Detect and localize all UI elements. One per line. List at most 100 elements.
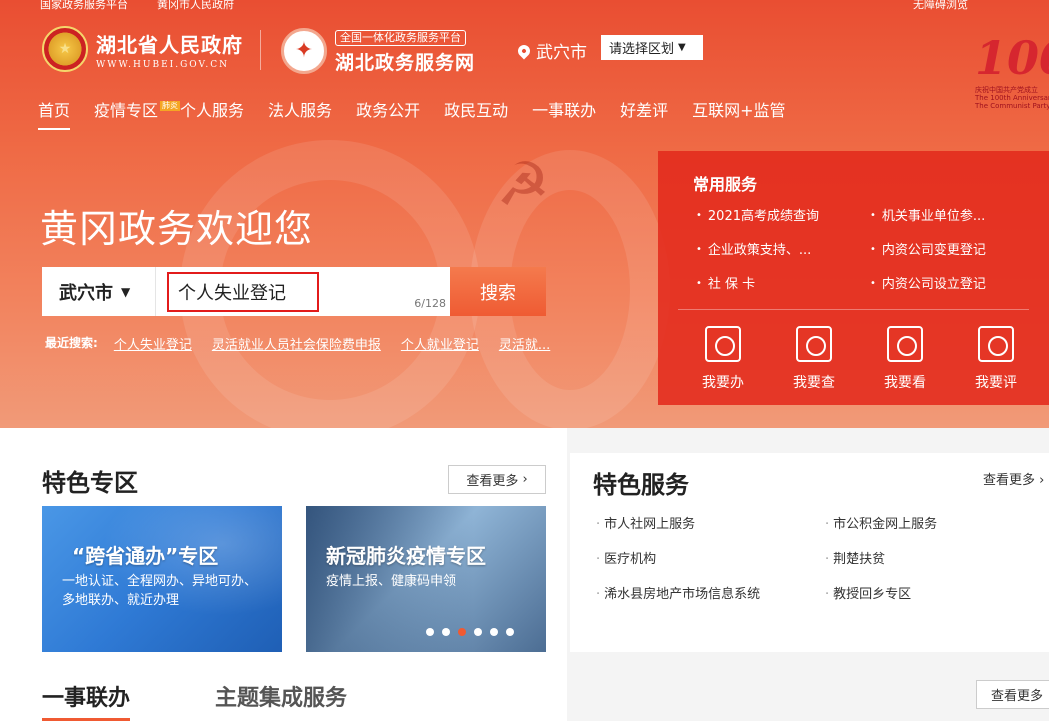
platform-badge: 全国一体化政务服务平台	[335, 30, 466, 46]
region-select[interactable]: 请选择区划 ▼	[601, 35, 703, 60]
search-input[interactable]	[167, 272, 319, 312]
city-select[interactable]: 武穴市 ▼	[42, 267, 156, 316]
caret-down-icon: ▼	[678, 42, 686, 53]
carousel-dot[interactable]	[474, 628, 482, 636]
common-service-link[interactable]: 企业政策支持、...	[696, 239, 811, 258]
top-link[interactable]: 黄冈市人民政府	[157, 0, 234, 10]
nav-home[interactable]: 首页	[38, 97, 71, 130]
cross-province-card[interactable]: “跨省通办”专区 一地认证、全程网办、异地可办、多地联办、就近办理	[42, 506, 282, 652]
common-service-link[interactable]: 内资公司变更登记	[870, 239, 986, 258]
query-person-icon	[796, 326, 832, 362]
common-service-link[interactable]: 机关事业单位参...	[870, 205, 985, 224]
caret-down-icon: ▼	[121, 284, 131, 299]
action-label: 我要看	[884, 375, 926, 391]
location-name: 武穴市	[536, 43, 587, 63]
national-emblem-icon: ★	[42, 26, 88, 72]
top-link[interactable]: 国家政务服务平台	[40, 0, 128, 10]
hubei-gov-logo[interactable]: ★ 湖北省人民政府 WWW.HUBEI.GOV.CN	[42, 26, 243, 72]
location-pin-icon	[515, 42, 533, 59]
carousel-dot[interactable]	[490, 628, 498, 636]
featured-service-link[interactable]: 荆楚扶贫	[825, 548, 885, 567]
nav-corporate[interactable]: 法人服务	[268, 97, 332, 127]
recent-search-link[interactable]: 灵活就...	[499, 334, 550, 353]
nav-rating[interactable]: 好差评	[620, 97, 668, 127]
current-location: 武穴市	[515, 38, 587, 63]
more-label: 查看更多	[983, 473, 1036, 488]
nav-label: 一事联办	[532, 101, 597, 120]
common-service-link[interactable]: 2021高考成绩查询	[696, 205, 819, 224]
gov-url: WWW.HUBEI.GOV.CN	[96, 59, 230, 70]
carousel-dot[interactable]	[442, 628, 450, 636]
search-bar: 武穴市 ▼ 6/128 搜索	[42, 267, 546, 316]
platform-logo[interactable]: ✦ 全国一体化政务服务平台 湖北政务服务网	[281, 26, 475, 75]
card-subtitle: 一地认证、全程网办、异地可办、多地联办、就近办理	[62, 574, 258, 608]
action-view[interactable]: 我要看	[870, 326, 940, 392]
anniversary-line: 庆祝中国共产党成立	[975, 86, 1038, 94]
featured-services-more-link[interactable]: 查看更多 ›	[983, 469, 1044, 488]
action-do[interactable]: 我要办	[688, 326, 758, 392]
nav-interaction[interactable]: 政民互动	[444, 97, 508, 127]
carousel-dot-active[interactable]	[458, 628, 466, 636]
nav-label: 政民互动	[444, 101, 509, 120]
featured-services-title: 特色服务	[593, 471, 689, 499]
tab-theme-services[interactable]: 主题集成服务	[215, 680, 347, 712]
action-rate[interactable]: 我要评	[961, 326, 1031, 392]
action-query[interactable]: 我要查	[779, 326, 849, 392]
bottom-more-button[interactable]: 查看更多	[976, 680, 1049, 709]
featured-zone-more-button[interactable]: 查看更多 ›	[448, 465, 546, 494]
search-button[interactable]: 搜索	[450, 267, 546, 316]
nav-label: 法人服务	[268, 101, 333, 120]
recent-search-link[interactable]: 个人就业登记	[401, 334, 479, 353]
anniversary-line: The Communist Party	[975, 102, 1049, 110]
nav-label: 互联网+监管	[692, 101, 786, 120]
chevron-right-icon: ›	[522, 472, 528, 487]
top-link[interactable]: 无障碍浏览	[913, 0, 968, 10]
action-label: 我要查	[793, 375, 835, 391]
featured-service-link[interactable]: 市公积金网上服务	[825, 513, 937, 532]
hero-banner: ☭ 国家政务服务平台 黄冈市人民政府 无障碍浏览 ★ 湖北省人民政府 WWW.H…	[0, 0, 1049, 428]
platform-name: 湖北政务服务网	[335, 52, 476, 74]
anniversary-line: The 100th Anniversary of the	[975, 94, 1049, 102]
featured-service-link[interactable]: 医疗机构	[596, 548, 656, 567]
tab-joint-handling[interactable]: 一事联办	[42, 680, 131, 721]
nav-label: 首页	[38, 101, 71, 120]
nav-personal[interactable]: 个人服务	[180, 97, 244, 127]
nav-label: 政务公开	[356, 101, 421, 120]
recent-search-link[interactable]: 个人失业登记	[114, 334, 192, 353]
common-service-link[interactable]: 内资公司设立登记	[870, 273, 986, 292]
main-nav: 首页 疫情专区 肺炎 个人服务 法人服务 政务公开 政民互动 一事联办 好差评 互…	[38, 97, 810, 130]
rate-chat-icon	[978, 326, 1014, 362]
card-title: 新冠肺炎疫情专区	[326, 544, 486, 568]
carousel-dot[interactable]	[426, 628, 434, 636]
action-label: 我要评	[975, 375, 1017, 391]
logo-divider	[260, 30, 261, 70]
nav-gov-disclosure[interactable]: 政务公开	[356, 97, 420, 127]
featured-service-link[interactable]: 教授回乡专区	[825, 583, 911, 602]
featured-services-section: 特色服务 查看更多 › 市人社网上服务 市公积金网上服务 医疗机构 荆楚扶贫 浠…	[570, 453, 1049, 652]
featured-zone-title: 特色专区	[42, 469, 138, 497]
nav-joint-handling[interactable]: 一事联办	[532, 97, 596, 127]
common-services-title: 常用服务	[693, 175, 758, 194]
nav-label: 个人服务	[180, 101, 245, 120]
hammer-sickle-icon: ☭	[496, 150, 550, 220]
nav-label: 好差评	[620, 101, 669, 120]
recent-searches: 最近搜索: 个人失业登记 灵活就业人员社会保险费申报 个人就业登记 灵活就...	[45, 334, 570, 353]
card-subtitle: 疫情上报、健康码申领	[326, 574, 457, 589]
common-services-panel: 常用服务 2021高考成绩查询 机关事业单位参... 企业政策支持、... 内资…	[658, 151, 1049, 405]
presentation-icon	[887, 326, 923, 362]
panel-divider	[678, 309, 1029, 310]
nav-internet-supervision[interactable]: 互联网+监管	[692, 97, 785, 127]
top-links-strip: 国家政务服务平台 黄冈市人民政府 无障碍浏览	[0, 0, 1049, 10]
nav-epidemic[interactable]: 疫情专区 肺炎	[94, 97, 181, 127]
common-service-link[interactable]: 社 保 卡	[696, 273, 755, 292]
featured-service-link[interactable]: 浠水县房地产市场信息系统	[596, 583, 760, 602]
action-label: 我要办	[702, 375, 744, 391]
gov-name: 湖北省人民政府	[96, 32, 243, 57]
featured-service-link[interactable]: 市人社网上服务	[596, 513, 695, 532]
recent-search-link[interactable]: 灵活就业人员社会保险费申报	[212, 334, 381, 353]
search-field-wrap: 6/128	[156, 267, 450, 316]
carousel-dot[interactable]	[506, 628, 514, 636]
region-select-label: 请选择区划	[609, 42, 675, 57]
chevron-right-icon: ›	[1039, 473, 1045, 488]
search-char-counter: 6/128	[414, 297, 446, 310]
